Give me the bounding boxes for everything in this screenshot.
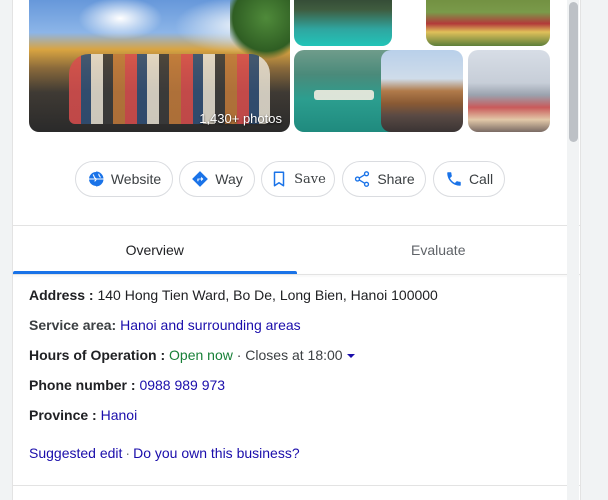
hours-separator: · <box>232 347 246 363</box>
province-row: Province : Hanoi <box>29 406 568 436</box>
footer-links: Suggested edit · Do you own this business? <box>29 445 300 461</box>
website-button[interactable]: Website <box>75 161 173 197</box>
website-button-label: Website <box>110 171 162 187</box>
service-area-link[interactable]: Hanoi and surrounding areas <box>120 317 301 333</box>
address-label: Address : <box>29 287 94 303</box>
business-panel: 1,430+ photos Website Way Save Share Cal… <box>12 0 581 500</box>
scrollbar-thumb[interactable] <box>569 2 578 142</box>
action-buttons: Website Way Save Share Call <box>13 161 580 197</box>
tab-evaluate[interactable]: Evaluate <box>297 226 581 274</box>
photo-thumbnail[interactable] <box>294 0 392 46</box>
footer-separator: · <box>125 445 131 461</box>
service-area-label: Service area: <box>29 317 117 333</box>
phone-icon <box>447 172 461 186</box>
photo-count-label[interactable]: 1,430+ photos <box>199 111 282 126</box>
phone-label: Phone number : <box>29 377 136 393</box>
hours-detail: Closes at 18:00 <box>245 347 343 363</box>
directions-button[interactable]: Way <box>179 161 255 197</box>
business-info: Address : 140 Hong Tien Ward, Bo De, Lon… <box>29 286 568 436</box>
share-icon <box>355 171 370 187</box>
photo-gallery: 1,430+ photos <box>29 0 567 132</box>
save-button-label: Save <box>294 171 326 187</box>
tab-overview-label: Overview <box>125 242 184 258</box>
divider <box>13 485 580 486</box>
tab-overview[interactable]: Overview <box>13 226 297 274</box>
phone-link[interactable]: 0988 989 973 <box>139 377 225 393</box>
tab-evaluate-label: Evaluate <box>411 242 466 258</box>
suggest-edit-link[interactable]: Suggested edit <box>29 445 122 461</box>
own-business-link[interactable]: Do you own this business? <box>133 445 300 461</box>
photo-tree-decor <box>230 0 290 60</box>
directions-icon <box>192 171 209 187</box>
tab-bar: Overview Evaluate <box>13 226 580 274</box>
save-button[interactable]: Save <box>261 161 335 197</box>
main-photo[interactable]: 1,430+ photos <box>29 0 290 132</box>
service-area-row: Service area: Hanoi and surrounding area… <box>29 316 568 346</box>
phone-row: Phone number : 0988 989 973 <box>29 376 568 406</box>
divider <box>13 274 580 275</box>
call-button[interactable]: Call <box>433 161 505 197</box>
hours-status: Open now <box>169 347 233 363</box>
photo-thumbnail[interactable] <box>381 50 463 132</box>
address-value: 140 Hong Tien Ward, Bo De, Long Bien, Ha… <box>97 287 438 303</box>
photo-thumbnail[interactable] <box>468 50 550 132</box>
province-label: Province : <box>29 407 97 423</box>
bookmark-icon <box>273 171 285 187</box>
province-link[interactable]: Hanoi <box>101 407 138 423</box>
share-button[interactable]: Share <box>342 161 426 197</box>
hours-row: Hours of Operation : Open now · Closes a… <box>29 346 568 376</box>
call-button-label: Call <box>468 171 494 187</box>
address-row: Address : 140 Hong Tien Ward, Bo De, Lon… <box>29 286 568 316</box>
directions-button-label: Way <box>215 171 243 187</box>
globe-icon <box>87 170 104 188</box>
hours-dropdown-icon[interactable] <box>346 354 355 359</box>
hours-label: Hours of Operation : <box>29 347 166 363</box>
photo-thumbnail[interactable] <box>426 0 550 46</box>
share-button-label: Share <box>377 171 415 187</box>
